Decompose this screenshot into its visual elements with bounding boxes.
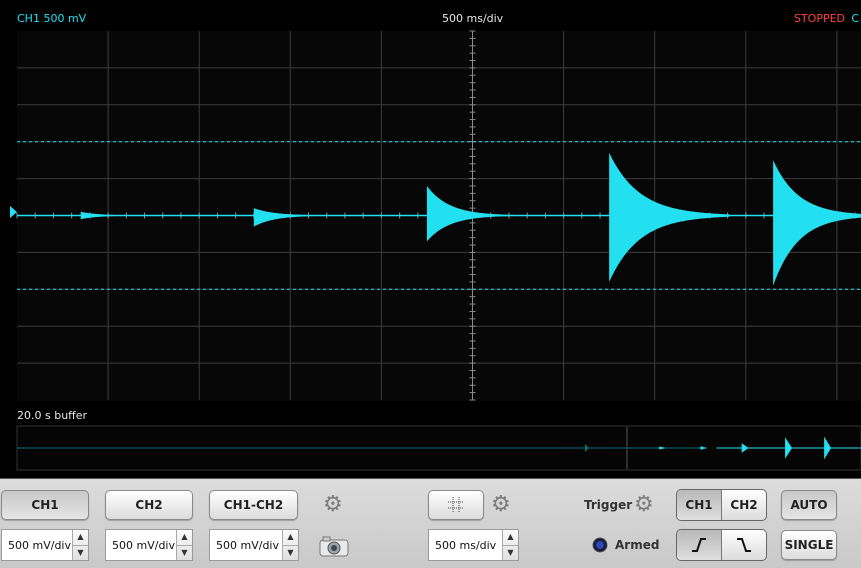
- timebase-value: 500 ms/div: [435, 538, 497, 552]
- chevron-up-icon[interactable]: ▲: [177, 530, 192, 545]
- status-extra-readout: C: [851, 12, 859, 25]
- chevron-up-icon[interactable]: ▲: [283, 530, 298, 545]
- ch2-button[interactable]: CH2: [105, 490, 193, 520]
- chevron-down-icon[interactable]: ▼: [177, 544, 192, 561]
- ch1-minus-ch2-button[interactable]: CH1-CH2: [209, 490, 298, 520]
- chevron-up-icon[interactable]: ▲: [73, 530, 88, 545]
- chevron-down-icon[interactable]: ▼: [503, 544, 518, 561]
- ch1-button[interactable]: CH1: [1, 490, 89, 520]
- grid-icon: [448, 497, 464, 513]
- gear-icon[interactable]: ⚙: [491, 494, 511, 516]
- oscilloscope-display: CH1 500 mV 500 ms/div STOPPED C 20.0 s b…: [0, 0, 861, 479]
- trigger-source-ch2[interactable]: CH2: [721, 490, 766, 520]
- gear-icon[interactable]: ⚙: [634, 494, 654, 516]
- rising-edge-icon: [692, 538, 706, 552]
- falling-edge-button[interactable]: [721, 530, 766, 560]
- chevron-down-icon[interactable]: ▼: [283, 544, 298, 561]
- rising-edge-button[interactable]: [677, 530, 721, 560]
- timebase-stepper[interactable]: 500 ms/div ▲ ▼: [428, 529, 519, 561]
- math-scale-value: 500 mV/div: [216, 538, 279, 552]
- trigger-label: Trigger: [584, 498, 633, 512]
- math-scale-stepper[interactable]: 500 mV/div ▲ ▼: [209, 529, 299, 561]
- single-button[interactable]: SINGLE: [781, 530, 837, 560]
- falling-edge-icon: [737, 538, 751, 552]
- scope-screen: [10, 30, 861, 471]
- chevron-up-icon[interactable]: ▲: [503, 530, 518, 545]
- trigger-edge-selector[interactable]: [676, 529, 767, 561]
- trigger-source-ch1[interactable]: CH1: [677, 490, 721, 520]
- auto-button[interactable]: AUTO: [781, 490, 837, 520]
- buffer-label: 20.0 s buffer: [17, 409, 88, 422]
- armed-indicator-icon: [592, 537, 608, 553]
- armed-label: Armed: [615, 538, 660, 552]
- gear-icon[interactable]: ⚙: [323, 494, 343, 516]
- trigger-source-selector[interactable]: CH1 CH2: [676, 489, 767, 521]
- ch2-scale-stepper[interactable]: 500 mV/div ▲ ▼: [105, 529, 193, 561]
- ch1-ground-marker[interactable]: [10, 206, 17, 218]
- status-readout: STOPPED: [793, 12, 845, 25]
- ch1-scale-stepper[interactable]: 500 mV/div ▲ ▼: [1, 529, 89, 561]
- timebase-readout: 500 ms/div: [442, 12, 504, 25]
- chevron-down-icon[interactable]: ▼: [73, 544, 88, 561]
- ch1-scale-value: 500 mV/div: [8, 538, 71, 552]
- ch2-scale-value: 500 mV/div: [112, 538, 175, 552]
- control-panel: CH1 CH2 CH1-CH2 ⚙ 500 mV/div ▲ ▼ 500 mV/d…: [0, 479, 861, 568]
- grid-toggle-button[interactable]: [428, 490, 484, 520]
- ch1-readout: CH1 500 mV: [17, 12, 87, 25]
- camera-icon[interactable]: [319, 535, 349, 557]
